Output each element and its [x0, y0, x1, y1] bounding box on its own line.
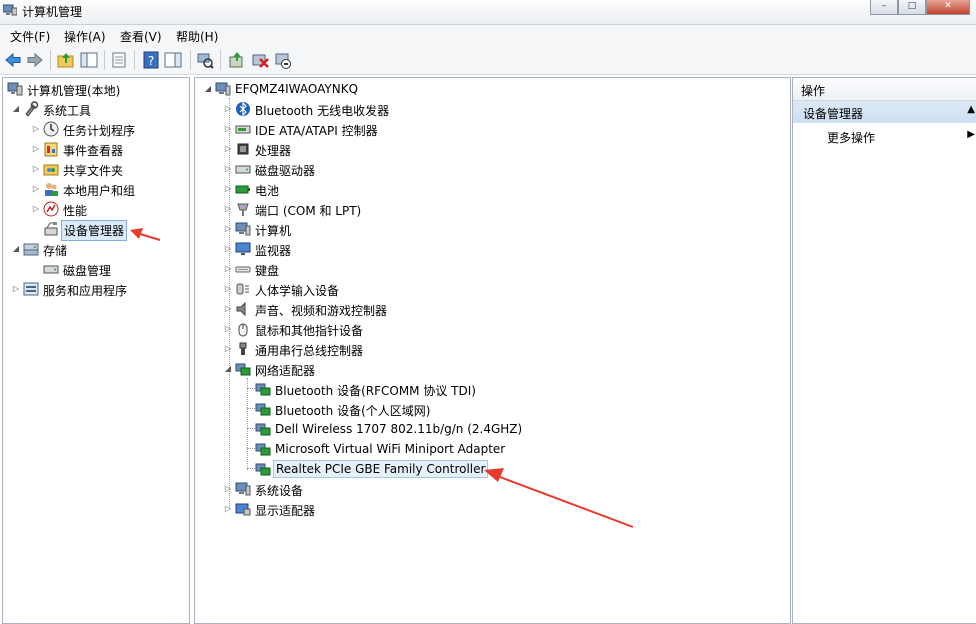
expand-arrow-icon[interactable]: ▷ [223, 244, 233, 254]
expand-arrow-icon[interactable]: ▷ [223, 144, 233, 154]
svg-text:?: ? [148, 54, 154, 68]
network-adapter-icon [255, 381, 271, 397]
expand-arrow-icon[interactable]: ▷ [223, 164, 233, 174]
submenu-arrow-icon[interactable]: ▶ [967, 129, 975, 140]
expand-arrow-icon[interactable]: ▷ [223, 324, 233, 334]
disable-device-icon[interactable] [274, 51, 292, 69]
computer-icon [235, 221, 251, 237]
actions-header: 操作 [793, 78, 976, 101]
port-icon [235, 201, 251, 217]
users-icon [43, 181, 59, 197]
expand-arrow-icon[interactable]: ▷ [31, 144, 41, 154]
expand-arrow-icon[interactable]: ▷ [223, 504, 233, 514]
hid-icon [235, 281, 251, 297]
speaker-icon [235, 301, 251, 317]
collapse-section-icon[interactable]: ▲ [967, 104, 975, 115]
monitor-icon [235, 241, 251, 257]
update-driver-icon[interactable] [228, 51, 246, 69]
battery-icon [235, 181, 251, 197]
forward-arrow-icon[interactable] [26, 51, 44, 69]
network-adapter-icon [255, 441, 271, 457]
menu-help[interactable]: 帮助(H) [176, 28, 218, 45]
show-hide-tree-icon[interactable] [80, 51, 98, 69]
expand-arrow-icon[interactable]: ▷ [31, 124, 41, 134]
minimize-button[interactable]: – [870, 0, 898, 15]
menu-view[interactable]: 查看(V) [120, 28, 162, 45]
expand-arrow-icon[interactable]: ▷ [223, 284, 233, 294]
back-arrow-icon[interactable] [4, 51, 22, 69]
up-folder-icon[interactable] [57, 51, 75, 69]
device-tree-pane: ◢ EFQMZ4IWAOAYNKQ ▷ 系统设备 ▷ 显示适配器 ▷ Blueto… [194, 77, 791, 624]
expand-arrow-icon[interactable]: ▷ [223, 104, 233, 114]
mouse-icon [235, 321, 251, 337]
performance-icon [43, 201, 59, 217]
disk-icon [43, 261, 59, 277]
usb-icon [235, 341, 251, 357]
display-adapter-icon [235, 501, 251, 517]
window-title: 计算机管理 [22, 5, 83, 19]
collapse-arrow-icon[interactable]: ◢ [203, 84, 213, 94]
expand-arrow-icon[interactable]: ▷ [223, 304, 233, 314]
expand-arrow-icon[interactable]: ▷ [31, 164, 41, 174]
tools-icon [23, 101, 39, 117]
processor-icon [235, 141, 251, 157]
bluetooth-icon [235, 101, 251, 117]
console-tree-pane: 计算机管理(本地) ◢ 系统工具 ▷ 任务计划程序 ▷ 事件查看器 ▷ 共享文件… [2, 77, 190, 624]
collapse-arrow-icon[interactable]: ◢ [11, 104, 21, 114]
collapse-arrow-icon[interactable]: ◢ [11, 244, 21, 254]
menu-file[interactable]: 文件(F) [10, 28, 50, 45]
computer-icon [215, 81, 231, 97]
menu-action[interactable]: 操作(A) [64, 28, 106, 45]
maximize-button[interactable]: □ [898, 0, 926, 15]
expand-arrow-icon[interactable]: ▷ [31, 184, 41, 194]
scan-hardware-icon[interactable] [196, 51, 214, 69]
storage-icon [23, 241, 39, 257]
toolbar: ? [0, 45, 976, 75]
system-devices-icon [235, 481, 251, 497]
actions-section-device-manager[interactable]: 设备管理器 ▲ [793, 101, 976, 123]
network-adapter-icon [255, 421, 271, 437]
device-manager-icon [43, 221, 59, 237]
ide-controller-icon [235, 121, 251, 137]
title-bar: 计算机管理 – □ ✕ [0, 0, 976, 25]
uninstall-device-icon[interactable] [251, 51, 269, 69]
expand-arrow-icon[interactable]: ▷ [223, 344, 233, 354]
network-adapter-icon [235, 361, 251, 377]
computer-management-icon [7, 81, 23, 97]
disk-drive-icon [235, 161, 251, 177]
expand-arrow-icon[interactable]: ▷ [31, 204, 41, 214]
expand-arrow-icon[interactable]: ▷ [223, 204, 233, 214]
shared-folder-icon [43, 161, 59, 177]
keyboard-icon [235, 261, 251, 277]
expand-arrow-icon[interactable]: ▷ [223, 184, 233, 194]
help-icon[interactable]: ? [142, 51, 160, 69]
services-icon [23, 281, 39, 297]
show-action-pane-icon[interactable] [164, 51, 182, 69]
network-adapter-icon [255, 461, 271, 477]
more-actions-link[interactable]: 更多操作 [827, 129, 875, 146]
menu-bar: 文件(F) 操作(A) 查看(V) 帮助(H) [0, 25, 976, 45]
expand-arrow-icon[interactable]: ▷ [223, 224, 233, 234]
clock-icon [43, 121, 59, 137]
event-viewer-icon [43, 141, 59, 157]
close-button[interactable]: ✕ [926, 0, 970, 15]
network-adapter-icon [255, 401, 271, 417]
computer-management-icon [3, 4, 17, 16]
expand-arrow-icon[interactable]: ▷ [223, 264, 233, 274]
expand-arrow-icon[interactable]: ▷ [223, 124, 233, 134]
expand-arrow-icon[interactable]: ▷ [11, 284, 21, 294]
expand-arrow-icon[interactable]: ▷ [223, 484, 233, 494]
collapse-arrow-icon[interactable]: ◢ [223, 364, 233, 374]
properties-icon[interactable] [110, 51, 128, 69]
actions-pane: 操作 设备管理器 ▲ 更多操作 ▶ [792, 77, 976, 624]
